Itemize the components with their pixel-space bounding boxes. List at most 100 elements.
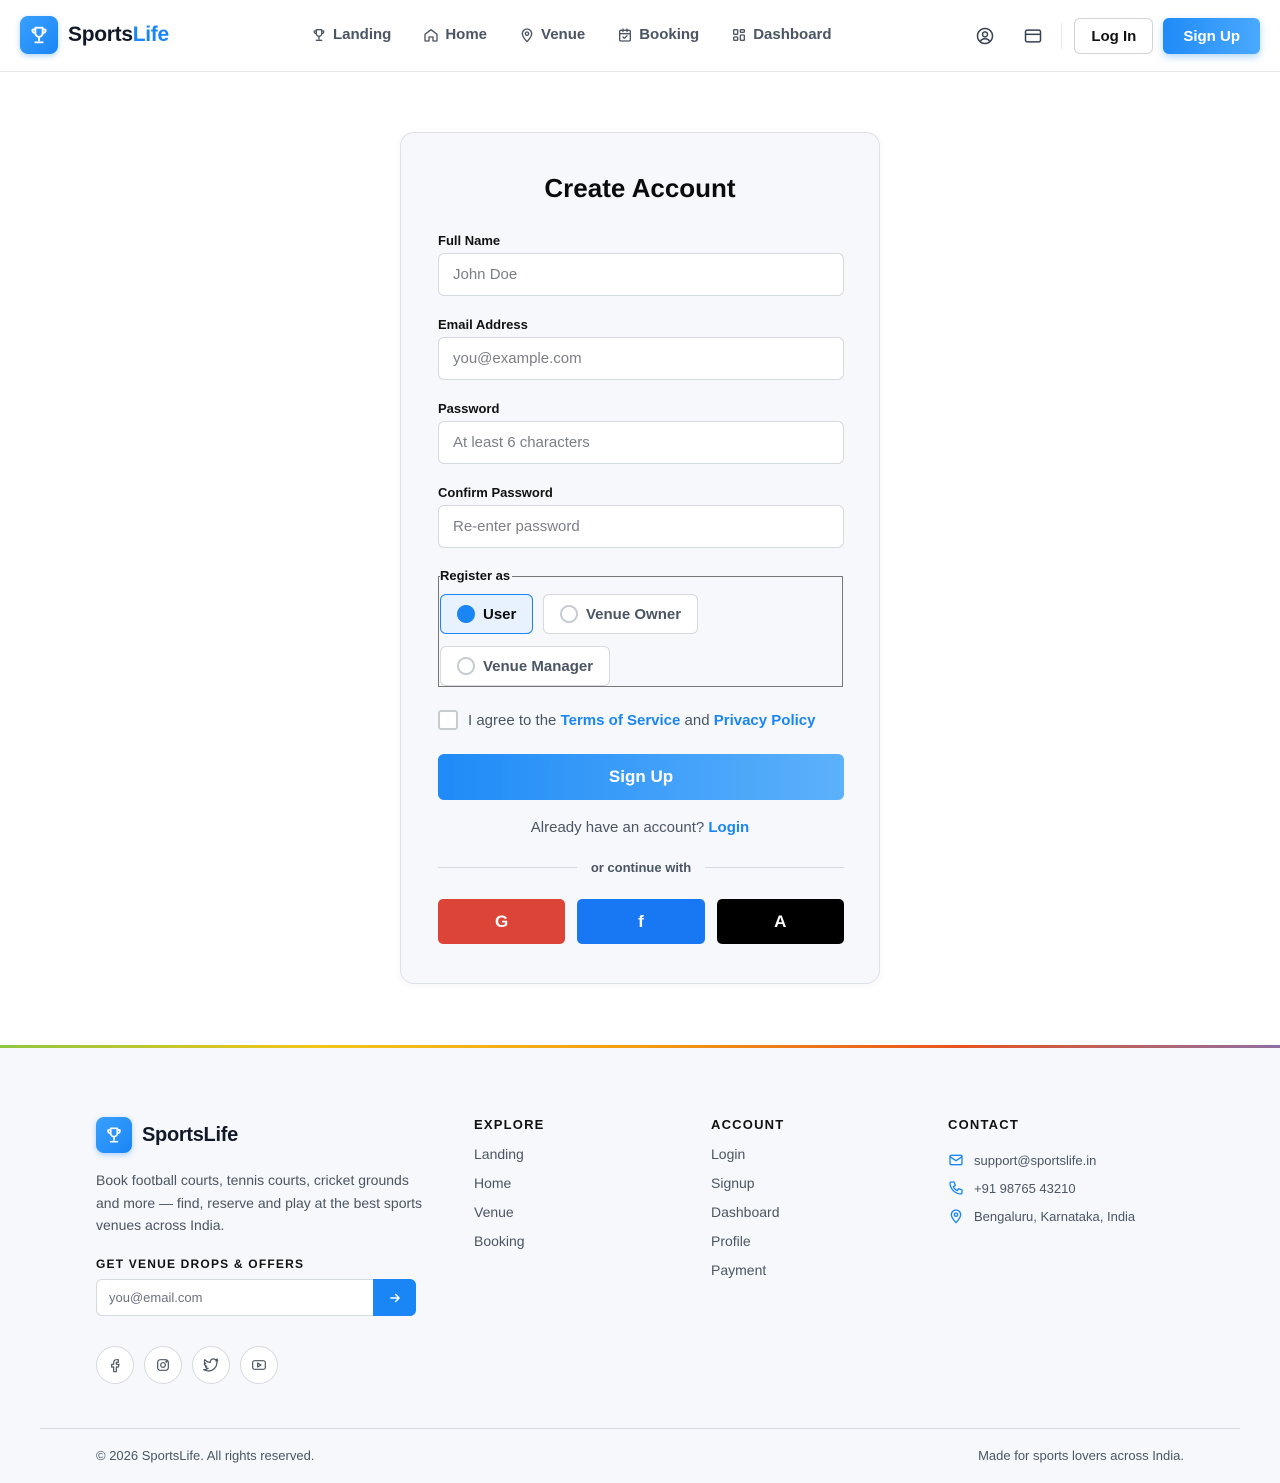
instagram-icon[interactable] (144, 1346, 182, 1384)
home-icon (423, 27, 439, 43)
subscribe-button[interactable] (373, 1279, 416, 1316)
role-option-label: Venue Owner (586, 605, 682, 623)
confirm-password-input[interactable] (438, 505, 844, 548)
role-option-label: User (483, 605, 517, 623)
role-option-venue-manager[interactable]: Venue Manager (440, 646, 611, 686)
explore-heading: EXPLORE (474, 1117, 545, 1132)
nav-booking-label: Booking (639, 26, 700, 43)
nav-home-label: Home (445, 26, 488, 43)
nav-landing[interactable]: Landing (311, 26, 391, 43)
contact-email-row[interactable]: support@sportslife.in (948, 1146, 1135, 1174)
nav-booking[interactable]: Booking (617, 26, 699, 43)
signup-card: Create Account Full Name Email Address P… (400, 132, 880, 984)
contact-address-row: Bengaluru, Karnataka, India (948, 1202, 1135, 1230)
contact-phone-row[interactable]: +91 98765 43210 (948, 1174, 1135, 1202)
signup-submit-button[interactable]: Sign Up (438, 754, 844, 800)
footer-link-venue[interactable]: Venue (474, 1204, 525, 1233)
footer-logo[interactable]: SportsLife (96, 1117, 238, 1153)
divider-text: or continue with (590, 859, 692, 875)
credit-card-icon[interactable] (1017, 20, 1049, 52)
footer-link-home[interactable]: Home (474, 1175, 525, 1204)
password-label: Password (438, 401, 500, 416)
footer-link-profile[interactable]: Profile (711, 1233, 780, 1262)
full-name-input[interactable] (438, 253, 844, 296)
contact-address: Bengaluru, Karnataka, India (974, 1208, 1136, 1224)
account-links: Login Signup Dashboard Profile Payment (711, 1146, 780, 1291)
full-name-label: Full Name (438, 233, 501, 248)
footer-social-links (96, 1346, 278, 1384)
role-option-venue-owner[interactable]: Venue Owner (543, 594, 699, 634)
email-input[interactable] (438, 337, 844, 380)
login-link[interactable]: Login (708, 819, 749, 836)
role-option-user[interactable]: User (440, 594, 534, 634)
footer-brand-name: SportsLife (142, 1123, 238, 1146)
login-button[interactable]: Log In (1074, 18, 1154, 54)
terms-link[interactable]: Terms of Service (561, 712, 681, 729)
nav-dashboard[interactable]: Dashboard (731, 26, 832, 43)
header-actions: Log In Sign Up (969, 18, 1260, 54)
map-pin-icon (519, 27, 535, 43)
brand-name: SportsLife (68, 23, 169, 46)
nav-venue-label: Venue (541, 26, 586, 43)
youtube-icon[interactable] (240, 1346, 278, 1384)
page-title: Create Account (544, 173, 736, 203)
footer-tagline: Made for sports lovers across India. (978, 1448, 1184, 1463)
facebook-login-button[interactable]: f (577, 899, 705, 944)
nav-venue[interactable]: Venue (519, 26, 585, 43)
explore-links: Landing Home Venue Booking (474, 1146, 525, 1262)
phone-icon (948, 1180, 964, 1196)
account-heading: ACCOUNT (711, 1117, 785, 1132)
subscribe-form (96, 1279, 416, 1316)
terms-text: I agree to the Terms of Service and Priv… (468, 711, 816, 729)
facebook-icon[interactable] (96, 1346, 134, 1384)
apple-login-button[interactable]: A (716, 899, 844, 944)
nav-home[interactable]: Home (423, 26, 487, 43)
footer-link-dashboard[interactable]: Dashboard (711, 1204, 780, 1233)
site-footer: SportsLife Book football courts, tennis … (0, 1048, 1280, 1483)
register-as-legend: Register as (440, 568, 513, 583)
footer-link-landing[interactable]: Landing (474, 1146, 525, 1175)
contact-heading: CONTACT (948, 1117, 1019, 1132)
terms-checkbox[interactable] (438, 710, 458, 730)
twitter-icon[interactable] (192, 1346, 230, 1384)
role-option-label: Venue Manager (483, 657, 594, 675)
footer-link-payment[interactable]: Payment (711, 1262, 780, 1291)
login-prompt: Already have an account? Login (530, 819, 750, 836)
contact-info: support@sportslife.in +91 98765 43210 Be… (948, 1146, 1135, 1230)
top-header: SportsLife Landing Home Venue Booking Da… (0, 0, 1280, 72)
password-input[interactable] (438, 421, 844, 464)
arrow-right-icon (388, 1291, 402, 1305)
contact-email: support@sportslife.in (974, 1152, 1097, 1168)
footer-divider (40, 1428, 1240, 1429)
radio-selected-icon (457, 605, 475, 623)
calendar-icon (617, 27, 633, 43)
radio-icon (457, 657, 475, 675)
privacy-link[interactable]: Privacy Policy (714, 712, 816, 729)
footer-link-login[interactable]: Login (711, 1146, 780, 1175)
main-nav: Landing Home Venue Booking Dashboard (311, 26, 832, 43)
mail-icon (948, 1152, 964, 1168)
footer-link-signup[interactable]: Signup (711, 1175, 780, 1204)
subscribe-email-input[interactable] (96, 1279, 373, 1316)
register-as-group: Register as User Venue Owner Venue Manag… (438, 568, 843, 687)
trophy-icon (311, 27, 327, 43)
footer-link-booking[interactable]: Booking (474, 1233, 525, 1262)
or-divider: or continue with (438, 857, 845, 877)
trophy-icon (96, 1117, 132, 1153)
trophy-icon (20, 16, 58, 54)
nav-landing-label: Landing (333, 26, 392, 43)
user-circle-icon[interactable] (969, 20, 1001, 52)
confirm-password-label: Confirm Password (438, 485, 553, 500)
dashboard-icon (731, 27, 747, 43)
email-label: Email Address (438, 317, 528, 332)
signup-button-header[interactable]: Sign Up (1163, 18, 1260, 54)
brand-logo[interactable]: SportsLife (20, 16, 169, 54)
header-divider (1061, 23, 1063, 49)
terms-agreement: I agree to the Terms of Service and Priv… (438, 710, 815, 730)
offers-heading: GET VENUE DROPS & OFFERS (96, 1257, 305, 1271)
radio-icon (560, 605, 578, 623)
nav-dashboard-label: Dashboard (753, 26, 832, 43)
google-login-button[interactable]: G (438, 899, 566, 944)
contact-phone: +91 98765 43210 (974, 1180, 1076, 1196)
copyright: © 2026 SportsLife. All rights reserved. (96, 1448, 315, 1463)
